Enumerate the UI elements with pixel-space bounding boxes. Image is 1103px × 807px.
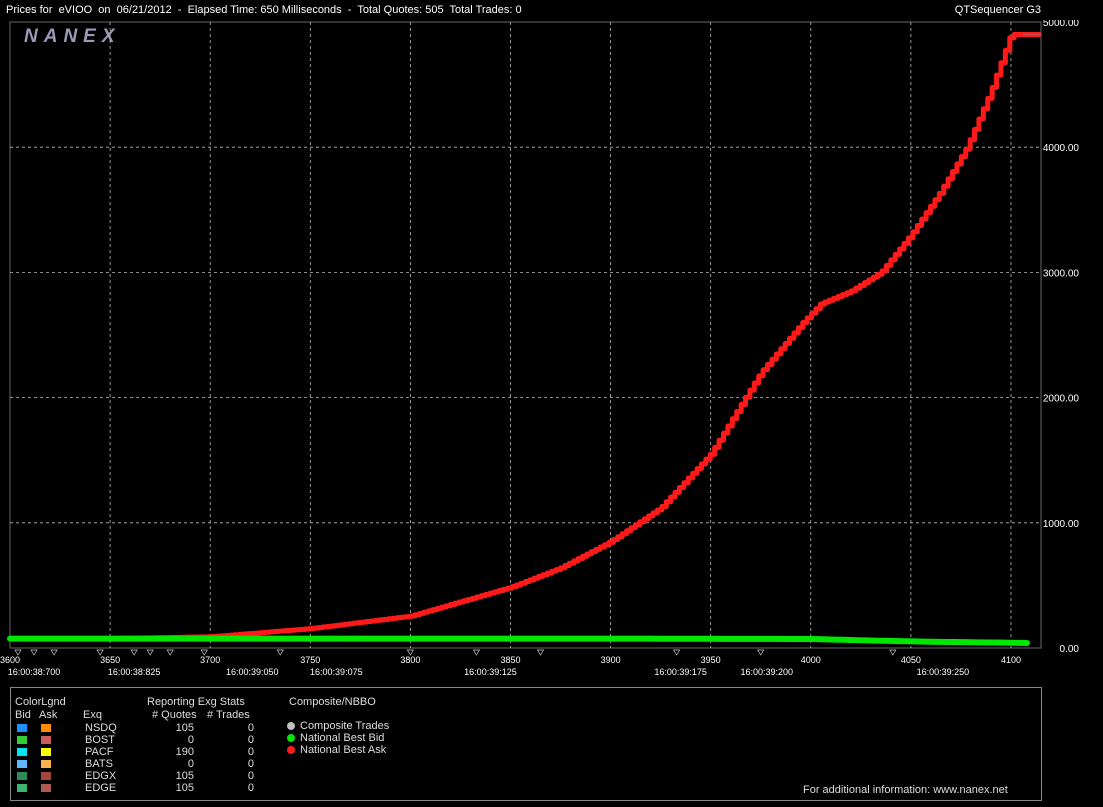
composite-dot bbox=[287, 734, 295, 742]
exchange-name: BATS bbox=[85, 758, 113, 770]
legend-bid-col: Bid bbox=[15, 709, 31, 721]
exchange-name: EDGE bbox=[85, 782, 117, 794]
x-tick-label: 3850 bbox=[500, 655, 520, 665]
trade-marker bbox=[130, 649, 138, 656]
composite-label: National Best Ask bbox=[300, 744, 387, 756]
nanex-logo: NANEX bbox=[24, 26, 121, 47]
exchange-trades: 0 bbox=[247, 722, 254, 734]
composite-dot bbox=[287, 746, 295, 754]
chart-title: Prices for eVIOO on 06/21/2012 - Elapsed… bbox=[6, 4, 522, 16]
bid-swatch bbox=[17, 760, 27, 768]
composite-label: National Best Bid bbox=[300, 732, 385, 744]
trade-marker bbox=[673, 649, 681, 656]
exchange-name: PACF bbox=[85, 746, 114, 758]
ask-swatch bbox=[41, 748, 51, 756]
x-tick-label: 3650 bbox=[100, 655, 120, 665]
time-tick-label: 16:00:39:250 bbox=[917, 667, 970, 677]
x-tick-label: 3900 bbox=[601, 655, 621, 665]
bid-swatch bbox=[17, 724, 27, 732]
x-tick-label: 3800 bbox=[400, 655, 420, 665]
exchange-trades: 0 bbox=[247, 758, 254, 770]
x-tick-label: 3750 bbox=[300, 655, 320, 665]
y-tick-label: 4000.00 bbox=[1043, 143, 1080, 154]
legend-composite-title: Composite/NBBO bbox=[289, 696, 376, 708]
time-tick-label: 16:00:39:050 bbox=[226, 667, 279, 677]
trade-marker bbox=[146, 649, 154, 656]
exchange-name: EDGX bbox=[85, 770, 117, 782]
exchange-quotes: 105 bbox=[175, 770, 194, 782]
trade-marker bbox=[276, 649, 284, 656]
ask-swatch bbox=[41, 736, 51, 744]
exchange-trades: 0 bbox=[247, 770, 254, 782]
time-tick-label: 16:00:38:825 bbox=[108, 667, 161, 677]
ask-swatch bbox=[41, 772, 51, 780]
trade-marker bbox=[50, 649, 58, 656]
composite-label: Composite Trades bbox=[300, 720, 390, 732]
exchange-trades: 0 bbox=[247, 782, 254, 794]
time-tick-label: 16:00:39:200 bbox=[740, 667, 793, 677]
bid-swatch bbox=[17, 736, 27, 744]
legend-exq-col: Exq bbox=[83, 709, 102, 721]
plot-area bbox=[9, 21, 1042, 649]
time-tick-label: 16:00:38:700 bbox=[8, 667, 61, 677]
time-tick-label: 16:00:39:175 bbox=[654, 667, 707, 677]
trade-marker bbox=[536, 649, 545, 656]
trade-marker bbox=[757, 649, 765, 656]
ask-swatch bbox=[41, 760, 51, 768]
y-tick-label: 3000.00 bbox=[1043, 268, 1080, 279]
y-tick-label: 1000.00 bbox=[1043, 519, 1080, 530]
legend-quotes-col: # Quotes bbox=[152, 709, 197, 721]
bid-swatch bbox=[17, 772, 27, 780]
x-tick-label: 4100 bbox=[1001, 655, 1021, 665]
trade-marker bbox=[472, 649, 481, 656]
x-tick-label: 3600 bbox=[0, 655, 20, 665]
exchange-trades: 0 bbox=[247, 746, 254, 758]
x-tick-label: 3950 bbox=[701, 655, 721, 665]
time-tick-label: 16:00:39:125 bbox=[464, 667, 517, 677]
product-name: QTSequencer G3 bbox=[954, 4, 1041, 16]
composite-dot bbox=[287, 722, 295, 730]
ask-swatch bbox=[41, 784, 51, 792]
exchange-quotes: 0 bbox=[187, 734, 194, 746]
legend-panel: ColorLgnd Bid Ask Exq Reporting Exg Stat… bbox=[10, 687, 1042, 801]
exchange-quotes: 0 bbox=[187, 758, 194, 770]
time-tick-label: 16:00:39:075 bbox=[310, 667, 363, 677]
footer-info: For additional information: www.nanex.ne… bbox=[803, 784, 1008, 796]
exchange-name: NSDQ bbox=[85, 722, 117, 734]
ask-swatch bbox=[41, 724, 51, 732]
exchange-quotes: 105 bbox=[175, 722, 194, 734]
exchange-quotes: 190 bbox=[175, 746, 194, 758]
legend-colorlgnd: ColorLgnd bbox=[15, 696, 66, 708]
bid-swatch bbox=[17, 748, 27, 756]
trade-marker bbox=[889, 649, 897, 656]
x-tick-label: 3700 bbox=[200, 655, 220, 665]
price-chart: NANEX0.001000.002000.003000.004000.00500… bbox=[0, 18, 1080, 677]
x-tick-label: 4000 bbox=[801, 655, 821, 665]
title-bar: Prices for eVIOO on 06/21/2012 - Elapsed… bbox=[0, 0, 1103, 20]
legend-stats-title: Reporting Exg Stats bbox=[147, 696, 245, 708]
exchange-name: BOST bbox=[85, 734, 115, 746]
legend-trades-col: # Trades bbox=[207, 709, 250, 721]
x-tick-label: 4050 bbox=[901, 655, 921, 665]
y-tick-label: 2000.00 bbox=[1043, 394, 1080, 405]
trade-marker bbox=[166, 649, 174, 656]
legend-ask-col: Ask bbox=[39, 709, 58, 721]
trade-marker bbox=[30, 649, 38, 656]
exchange-quotes: 105 bbox=[175, 782, 194, 794]
bid-swatch bbox=[17, 784, 27, 792]
exchange-trades: 0 bbox=[247, 734, 254, 746]
y-tick-label: 0.00 bbox=[1060, 644, 1080, 655]
